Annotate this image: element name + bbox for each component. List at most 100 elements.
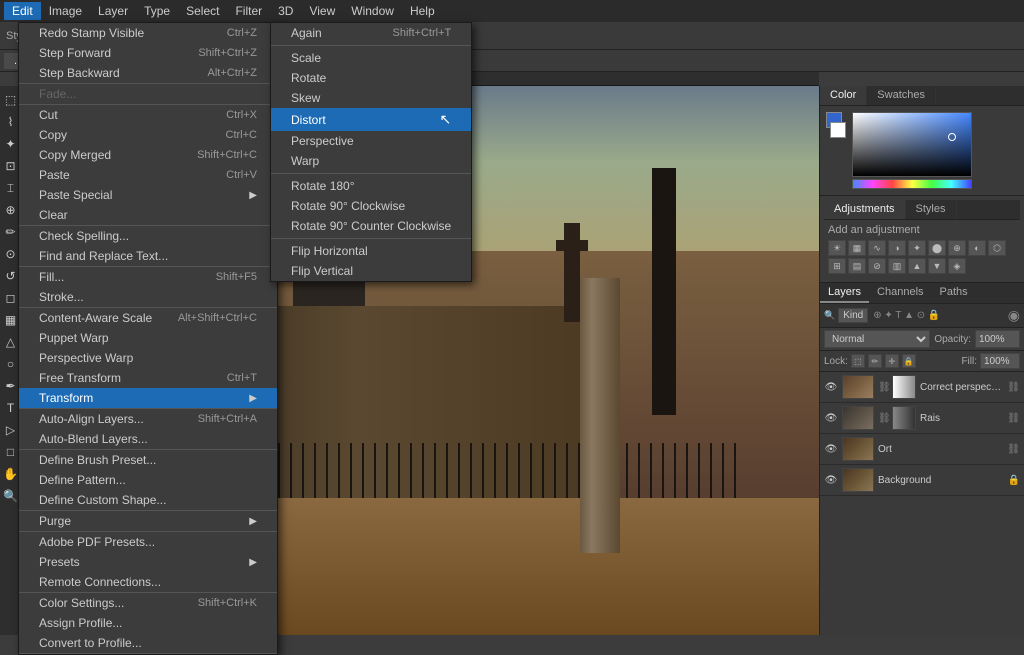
menu-select[interactable]: Select (178, 2, 227, 20)
menu-find-replace[interactable]: Find and Replace Text... (19, 246, 277, 266)
lock-position-icon[interactable]: ✛ (885, 354, 899, 368)
menu-define-custom-shape[interactable]: Define Custom Shape... (19, 490, 277, 510)
submenu-rotate-90-cw[interactable]: Rotate 90° Clockwise (271, 196, 471, 216)
tab-channels[interactable]: Channels (869, 283, 931, 303)
menu-color-settings[interactable]: Color Settings... Shift+Ctrl+K (19, 593, 277, 613)
menu-copy-merged[interactable]: Copy Merged Shift+Ctrl+C (19, 145, 277, 165)
layer-item-background[interactable]: 👁 Background 🔒 (820, 465, 1024, 496)
opacity-input[interactable] (975, 330, 1020, 348)
menu-paste-special[interactable]: Paste Special ▶ (19, 185, 277, 205)
menu-step-backward[interactable]: Step Backward Alt+Ctrl+Z (19, 63, 277, 83)
submenu-rotate-180[interactable]: Rotate 180° (271, 176, 471, 196)
menu-help[interactable]: Help (402, 2, 443, 20)
adj-posterize[interactable]: ▥ (888, 258, 906, 274)
submenu-rotate[interactable]: Rotate (271, 68, 471, 88)
submenu-perspective[interactable]: Perspective (271, 131, 471, 151)
filter-toggle[interactable]: ◉ (1008, 307, 1020, 324)
layer-mask-1 (892, 375, 916, 399)
adj-gradient-map[interactable]: ▼ (928, 258, 946, 274)
adj-selective-color[interactable]: ◈ (948, 258, 966, 274)
submenu-scale[interactable]: Scale (271, 48, 471, 68)
submenu-again[interactable]: Again Shift+Ctrl+T (271, 23, 471, 43)
adj-levels[interactable]: ▦ (848, 240, 866, 256)
menu-section-presets: Adobe PDF Presets... Presets ▶ Remote Co… (19, 532, 277, 593)
fill-input[interactable] (980, 353, 1020, 369)
tab-swatches[interactable]: Swatches (867, 86, 936, 105)
menu-define-pattern[interactable]: Define Pattern... (19, 470, 277, 490)
layer-visibility-eye-4[interactable]: 👁 (824, 473, 838, 487)
submenu-rotate-90-ccw[interactable]: Rotate 90° Counter Clockwise (271, 216, 471, 236)
menu-presets[interactable]: Presets ▶ (19, 552, 277, 572)
layer-visibility-eye[interactable]: 👁 (824, 380, 838, 394)
tab-styles[interactable]: Styles (906, 200, 957, 219)
menu-assign-profile[interactable]: Assign Profile... (19, 613, 277, 633)
menu-puppet-warp[interactable]: Puppet Warp (19, 328, 277, 348)
adj-brightness[interactable]: ☀ (828, 240, 846, 256)
menu-stroke[interactable]: Stroke... (19, 287, 277, 307)
menu-window[interactable]: Window (343, 2, 402, 20)
blend-mode-select[interactable]: Normal (824, 330, 930, 348)
menu-filter[interactable]: Filter (227, 2, 270, 20)
menu-purge[interactable]: Purge ▶ (19, 511, 277, 531)
tab-color[interactable]: Color (820, 86, 867, 105)
submenu-flip-horizontal[interactable]: Flip Horizontal (271, 241, 471, 261)
menu-convert-to-profile[interactable]: Convert to Profile... (19, 633, 277, 653)
menu-check-spelling[interactable]: Check Spelling... (19, 226, 277, 246)
menu-auto-blend-layers[interactable]: Auto-Blend Layers... (19, 429, 277, 449)
hue-slider[interactable] (852, 179, 972, 189)
layer-item-correct-perspective[interactable]: 👁 ⛓ Correct perspective ⛓ (820, 372, 1024, 403)
adj-color-balance[interactable]: ⊕ (948, 240, 966, 256)
submenu-skew[interactable]: Skew (271, 88, 471, 108)
menu-free-transform[interactable]: Free Transform Ctrl+T (19, 368, 277, 388)
color-gradient-box[interactable] (852, 112, 972, 189)
background-color[interactable] (830, 122, 846, 138)
submenu-warp[interactable]: Warp (271, 151, 471, 171)
menu-perspective-warp[interactable]: Perspective Warp (19, 348, 277, 368)
tab-adjustments[interactable]: Adjustments (824, 200, 906, 219)
menu-type[interactable]: Type (136, 2, 178, 20)
menu-auto-align-layers[interactable]: Auto-Align Layers... Shift+Ctrl+A (19, 409, 277, 429)
menu-cut[interactable]: Cut Ctrl+X (19, 105, 277, 125)
submenu-flip-vertical[interactable]: Flip Vertical (271, 261, 471, 281)
lock-transparent-icon[interactable]: ⬚ (851, 354, 865, 368)
tab-paths[interactable]: Paths (932, 283, 976, 303)
adj-curves[interactable]: ∿ (868, 240, 886, 256)
menu-remote-connections[interactable]: Remote Connections... (19, 572, 277, 592)
adj-vibrance[interactable]: ✦ (908, 240, 926, 256)
menu-fill[interactable]: Fill... Shift+F5 (19, 267, 277, 287)
layer-visibility-eye-2[interactable]: 👁 (824, 411, 838, 425)
layer-item-rais[interactable]: 👁 ⛓ Rais ⛓ (820, 403, 1024, 434)
menu-step-forward[interactable]: Step Forward Shift+Ctrl+Z (19, 43, 277, 63)
menu-content-aware-scale[interactable]: Content-Aware Scale Alt+Shift+Ctrl+C (19, 308, 277, 328)
menu-clear[interactable]: Clear (19, 205, 277, 225)
menu-section-transform: Content-Aware Scale Alt+Shift+Ctrl+C Pup… (19, 308, 277, 409)
menu-define-brush-preset[interactable]: Define Brush Preset... (19, 450, 277, 470)
adj-black-white[interactable]: ◐ (968, 240, 986, 256)
adj-threshold[interactable]: ▲ (908, 258, 926, 274)
menu-3d[interactable]: 3D (270, 2, 301, 20)
adj-invert[interactable]: ⊘ (868, 258, 886, 274)
adj-lookup[interactable]: ▤ (848, 258, 866, 274)
menu-layer[interactable]: Layer (90, 2, 136, 20)
adj-photo-filter[interactable]: ⬡ (988, 240, 1006, 256)
menu-copy[interactable]: Copy Ctrl+C (19, 125, 277, 145)
adj-hue[interactable]: ⬤ (928, 240, 946, 256)
lock-all-icon[interactable]: 🔒 (902, 354, 916, 368)
lock-image-icon[interactable]: ✏ (868, 354, 882, 368)
layers-lock-row: Lock: ⬚ ✏ ✛ 🔒 Fill: (820, 351, 1024, 372)
fill-label: Fill: (961, 356, 977, 367)
menu-edit[interactable]: Edit (4, 2, 41, 20)
layer-visibility-eye-3[interactable]: 👁 (824, 442, 838, 456)
menu-adobe-pdf-presets[interactable]: Adobe PDF Presets... (19, 532, 277, 552)
menu-transform[interactable]: Transform ▶ (19, 388, 277, 408)
menu-image[interactable]: Image (41, 2, 90, 20)
adj-channel-mixer[interactable]: ⊞ (828, 258, 846, 274)
menu-paste[interactable]: Paste Ctrl+V (19, 165, 277, 185)
layer-lock-icon: 🔒 (1008, 475, 1020, 486)
submenu-distort[interactable]: Distort ↖ (271, 108, 471, 131)
layer-item-ort[interactable]: 👁 Ort ⛓ (820, 434, 1024, 465)
tab-layers[interactable]: Layers (820, 283, 869, 303)
adj-exposure[interactable]: ◑ (888, 240, 906, 256)
menu-redo-stamp[interactable]: Redo Stamp Visible Ctrl+Z (19, 23, 277, 43)
menu-view[interactable]: View (301, 2, 343, 20)
